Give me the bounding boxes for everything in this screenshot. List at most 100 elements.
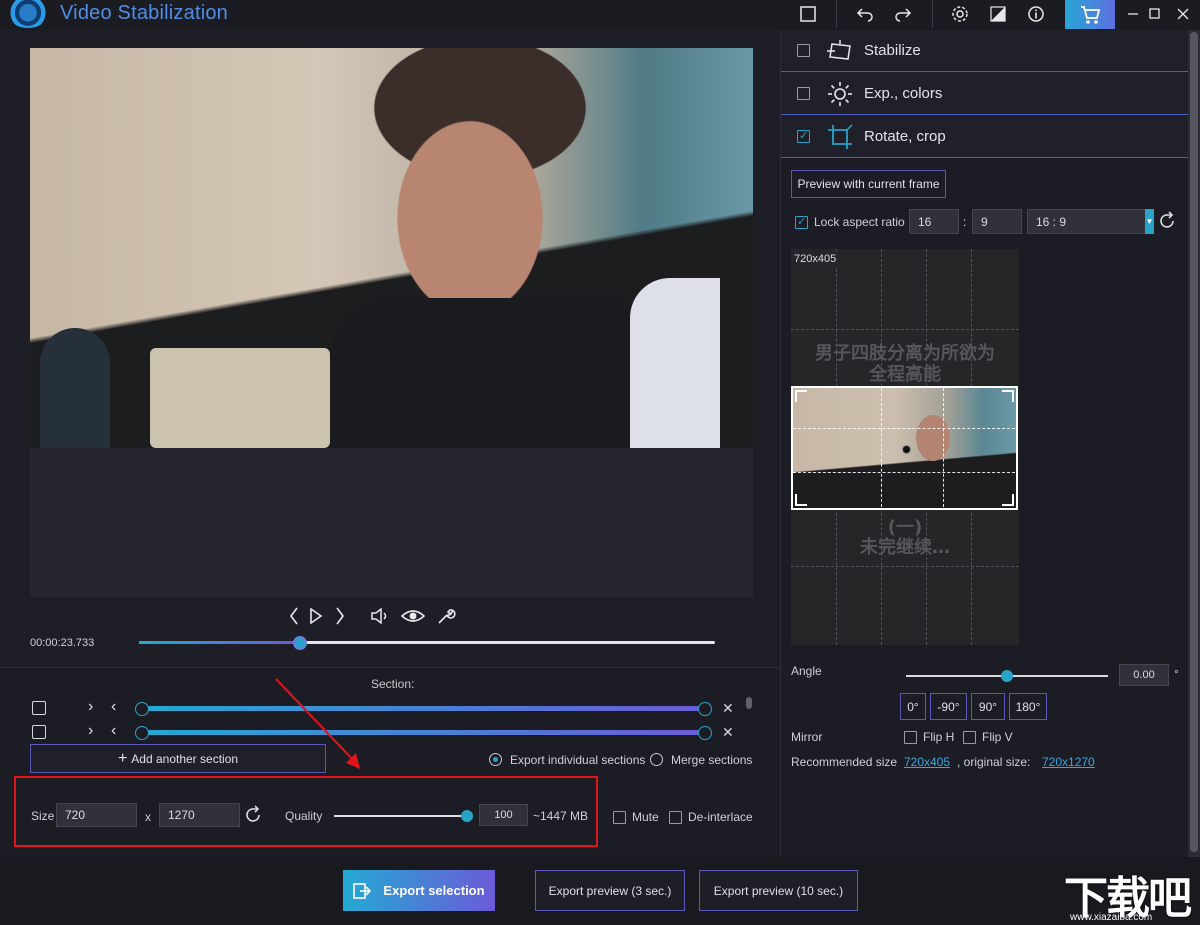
export-individual-radio[interactable] — [489, 753, 502, 766]
next-frame-icon[interactable] — [330, 604, 350, 628]
deinterlace-checkbox[interactable] — [669, 811, 682, 824]
mute-checkbox[interactable] — [613, 811, 626, 824]
recommended-size-link[interactable]: 720x405 — [904, 755, 950, 769]
section-start-handle[interactable] — [135, 702, 149, 716]
panel-rotate-crop-label: Rotate, crop — [864, 128, 946, 145]
crop-corner-handle[interactable] — [795, 494, 807, 506]
angle-label: Angle — [791, 664, 822, 678]
section-export-icon[interactable] — [32, 725, 46, 739]
redo-icon[interactable] — [888, 0, 918, 28]
panel-stabilize[interactable]: Stabilize — [781, 30, 1188, 72]
height-input[interactable]: 1270 — [159, 803, 240, 827]
crop-size-label: 720x405 — [791, 251, 840, 267]
reset-aspect-icon[interactable] — [1158, 211, 1178, 231]
info-icon[interactable] — [1021, 0, 1051, 28]
angle-90-button[interactable]: 90° — [971, 693, 1005, 720]
section-start-chevron-icon[interactable]: ‹ — [111, 698, 116, 716]
crop-grid-line — [943, 388, 944, 508]
lock-aspect-label: Lock aspect ratio — [814, 215, 905, 229]
aspect-colon: : — [963, 215, 967, 229]
size-label: Size — [31, 809, 55, 823]
toolbar-divider — [932, 0, 933, 28]
section-end-chevron-icon[interactable]: › — [88, 722, 93, 740]
crop-selection-rect[interactable] — [791, 386, 1018, 510]
crop-icon — [826, 123, 854, 151]
grid-line — [791, 566, 1019, 567]
crop-corner-handle[interactable] — [1002, 494, 1014, 506]
section-remove-icon[interactable]: ✕ — [722, 724, 734, 741]
aspect-height-input[interactable]: 9 — [972, 209, 1022, 234]
quality-input[interactable]: 100 — [479, 804, 528, 826]
section-end-handle[interactable] — [698, 726, 712, 740]
stabilize-checkbox[interactable] — [797, 44, 810, 57]
section-start-chevron-icon[interactable]: ‹ — [111, 722, 116, 740]
angle-minus90-button[interactable]: -90° — [930, 693, 967, 720]
prev-frame-icon[interactable] — [284, 604, 304, 628]
eye-icon[interactable] — [400, 604, 426, 628]
panel-exp-colors[interactable]: Exp., colors — [781, 73, 1188, 115]
exp-colors-checkbox[interactable] — [797, 87, 810, 100]
maximize-icon[interactable] — [1140, 0, 1170, 28]
merge-sections-radio[interactable] — [650, 753, 663, 766]
angle-0-button[interactable]: 0° — [900, 693, 926, 720]
volume-icon[interactable] — [369, 604, 391, 628]
cart-button[interactable] — [1065, 0, 1115, 29]
original-size-link[interactable]: 720x1270 — [1042, 755, 1095, 769]
video-object-dark — [40, 328, 110, 448]
section-scrollbar[interactable] — [746, 697, 752, 709]
app-title: Video Stabilization — [60, 2, 228, 24]
rotate-crop-checkbox[interactable] — [797, 130, 810, 143]
aspect-preset-select[interactable]: 16 : 9 — [1027, 209, 1154, 234]
wrench-icon[interactable] — [435, 604, 457, 628]
estimated-size: ~1447 MB — [533, 809, 589, 823]
square-icon[interactable] — [793, 0, 823, 28]
undo-icon[interactable] — [850, 0, 880, 28]
export-preview-3-button[interactable]: Export preview (3 sec.) — [535, 870, 685, 911]
cart-icon — [1081, 5, 1101, 24]
flip-h-checkbox[interactable] — [904, 731, 917, 744]
flip-v-checkbox[interactable] — [963, 731, 976, 744]
video-object-machine — [150, 348, 330, 448]
video-frame-image — [30, 48, 753, 448]
quality-label: Quality — [285, 809, 323, 823]
section-end-handle[interactable] — [698, 702, 712, 716]
recommended-size-label: Recommended size — [791, 755, 898, 769]
section-start-handle[interactable] — [135, 726, 149, 740]
reset-size-icon[interactable] — [244, 805, 264, 825]
play-icon[interactable] — [306, 604, 326, 628]
lock-aspect-checkbox[interactable] — [795, 216, 808, 229]
timecode: 00:00:23.733 — [30, 637, 95, 649]
aspect-width-input[interactable]: 16 — [909, 209, 959, 234]
section-range-track[interactable] — [141, 730, 705, 735]
timeline-handle[interactable] — [293, 636, 308, 650]
crop-center-handle[interactable] — [902, 445, 911, 454]
deinterlace-label: De-interlace — [688, 810, 753, 824]
crop-corner-handle[interactable] — [795, 390, 807, 402]
section-export-icon[interactable] — [32, 701, 46, 715]
quality-slider-track[interactable] — [334, 815, 467, 817]
merge-sections-label: Merge sections — [671, 753, 753, 767]
panel-rotate-crop[interactable]: Rotate, crop — [781, 116, 1188, 158]
crop-grid-line — [793, 428, 1016, 429]
chevron-down-icon[interactable]: ▼ — [1145, 209, 1154, 234]
crop-canvas[interactable]: 720x405 男子四肢分离为所欲为 全程高能 (一) 未完继续… — [791, 249, 1019, 645]
section-remove-icon[interactable]: ✕ — [722, 700, 734, 717]
export-selection-button[interactable]: Export selection — [343, 870, 495, 911]
angle-input[interactable]: 0.00 — [1119, 664, 1169, 686]
stabilize-icon — [826, 37, 854, 65]
gear-icon[interactable] — [945, 0, 975, 28]
close-icon[interactable] — [1168, 0, 1198, 28]
angle-180-button[interactable]: 180° — [1009, 693, 1047, 720]
section-end-chevron-icon[interactable]: › — [88, 698, 93, 716]
export-preview-10-button[interactable]: Export preview (10 sec.) — [699, 870, 858, 911]
section-range-track[interactable] — [141, 706, 705, 711]
crop-corner-handle[interactable] — [1002, 390, 1014, 402]
preview-current-frame-button[interactable]: Preview with current frame — [791, 170, 946, 198]
quality-slider-handle[interactable] — [461, 810, 473, 822]
degree-symbol: ° — [1174, 667, 1179, 681]
contrast-icon[interactable] — [983, 0, 1013, 28]
crop-grid-line — [881, 388, 882, 508]
width-input[interactable]: 720 — [56, 803, 137, 827]
angle-slider-handle[interactable] — [1001, 670, 1013, 682]
right-scrollbar-thumb[interactable] — [1190, 32, 1198, 852]
